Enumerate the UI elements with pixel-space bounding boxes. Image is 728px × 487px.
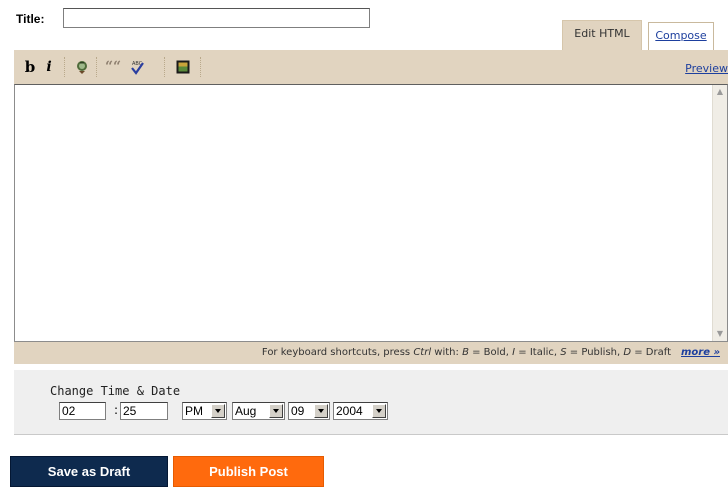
shortcut-d-text: = Draft bbox=[631, 347, 672, 358]
link-button[interactable] bbox=[74, 59, 90, 75]
month-value: Aug bbox=[235, 404, 257, 418]
scroll-up-icon[interactable]: ▲ bbox=[715, 87, 725, 97]
chevron-down-icon[interactable] bbox=[269, 404, 283, 418]
toolbar-divider bbox=[96, 57, 98, 77]
day-value: 09 bbox=[291, 404, 305, 418]
tab-edit-html[interactable]: Edit HTML bbox=[562, 20, 642, 50]
formatting-toolbar: b i ““ ABC Preview bbox=[14, 50, 728, 84]
year-value: 2004 bbox=[336, 404, 363, 418]
shortcut-with: with: bbox=[431, 347, 463, 358]
date-panel: Change Time & Date 02 : 25 PM Aug 09 200… bbox=[14, 370, 728, 435]
change-time-date-label: Change Time & Date bbox=[50, 384, 181, 398]
link-icon bbox=[77, 61, 87, 74]
shortcut-d-key: D bbox=[623, 347, 632, 358]
toolbar-divider bbox=[64, 57, 66, 77]
day-select[interactable]: 09 bbox=[288, 402, 330, 420]
blockquote-icon: ““ bbox=[104, 59, 122, 75]
post-body-textarea[interactable]: ▲ ▼ bbox=[14, 84, 728, 342]
title-input[interactable] bbox=[63, 8, 370, 28]
shortcut-hint: For keyboard shortcuts, press Ctrl with:… bbox=[262, 347, 720, 358]
image-icon bbox=[176, 60, 190, 74]
toolbar-divider bbox=[164, 57, 166, 77]
scroll-down-icon[interactable]: ▼ bbox=[715, 329, 725, 339]
shortcut-prefix: For keyboard shortcuts, press bbox=[261, 347, 414, 358]
tab-compose-label: Compose bbox=[655, 29, 707, 42]
chevron-down-icon[interactable] bbox=[372, 404, 386, 418]
bold-button[interactable]: b bbox=[24, 58, 36, 76]
ampm-value: PM bbox=[185, 404, 203, 418]
toolbar-divider bbox=[200, 57, 202, 77]
tab-compose[interactable]: Compose bbox=[648, 22, 714, 50]
more-shortcuts-link[interactable]: more » bbox=[681, 347, 720, 358]
publish-post-button[interactable]: Publish Post bbox=[173, 456, 324, 487]
shortcut-bar: For keyboard shortcuts, press Ctrl with:… bbox=[14, 342, 728, 364]
tab-edit-html-label: Edit HTML bbox=[574, 27, 630, 40]
minute-input[interactable]: 25 bbox=[120, 402, 168, 420]
chevron-down-icon[interactable] bbox=[314, 404, 328, 418]
shortcut-i-text: = Italic, bbox=[515, 347, 561, 358]
editor-scrollbar[interactable]: ▲ ▼ bbox=[712, 85, 727, 341]
hour-input[interactable]: 02 bbox=[59, 402, 106, 420]
italic-button[interactable]: i bbox=[44, 59, 54, 75]
shortcut-ctrl: Ctrl bbox=[413, 347, 432, 358]
shortcut-b-key: B bbox=[462, 347, 469, 358]
spellcheck-icon: ABC bbox=[131, 61, 144, 75]
year-select[interactable]: 2004 bbox=[333, 402, 388, 420]
title-label: Title: bbox=[16, 12, 45, 26]
blockquote-button[interactable]: ““ bbox=[104, 59, 122, 75]
chevron-down-icon[interactable] bbox=[211, 404, 225, 418]
italic-icon: i bbox=[46, 59, 52, 75]
save-as-draft-button[interactable]: Save as Draft bbox=[10, 456, 168, 487]
preview-link[interactable]: Preview bbox=[685, 62, 728, 75]
image-button[interactable] bbox=[176, 59, 190, 75]
shortcut-s-text: = Publish, bbox=[566, 347, 624, 358]
month-select[interactable]: Aug bbox=[232, 402, 285, 420]
time-separator: : bbox=[114, 403, 119, 417]
bold-icon: b bbox=[24, 58, 36, 76]
spellcheck-button[interactable]: ABC bbox=[129, 59, 145, 75]
ampm-select[interactable]: PM bbox=[182, 402, 227, 420]
shortcut-b-text: = Bold, bbox=[468, 347, 513, 358]
